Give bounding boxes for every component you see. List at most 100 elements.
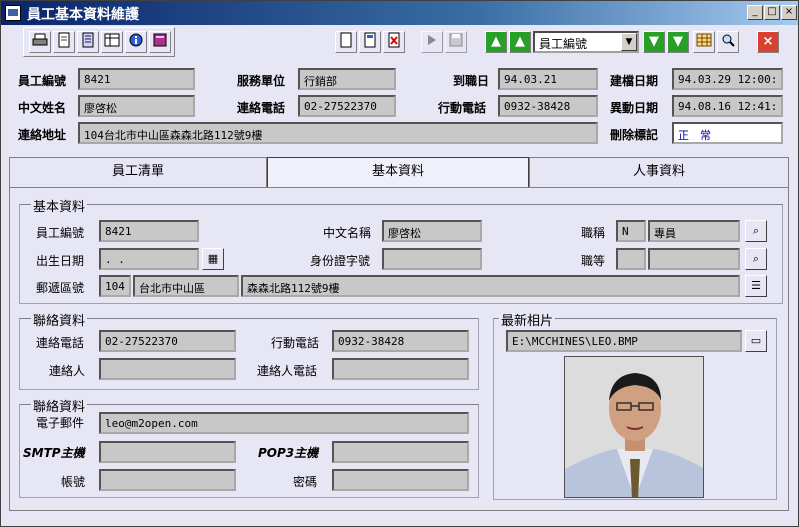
hire-date-field[interactable]: 94.03.21 (498, 68, 598, 90)
contact-title: 聯絡資料 (31, 310, 88, 329)
title-bar[interactable]: 員工基本資料維護 _ □ × (1, 1, 798, 25)
maximize-button[interactable]: □ (764, 5, 780, 20)
basic-info-title: 基本資料 (31, 196, 88, 215)
hire-date-label: 到職日 (453, 74, 490, 88)
close-button[interactable]: × (781, 5, 797, 20)
tab-basic-info[interactable]: 基本資料 (267, 157, 529, 188)
contact-person-label: 連絡人 (49, 364, 86, 378)
emp-no-field[interactable]: 8421 (78, 68, 195, 90)
mobile-label: 行動電話 (438, 101, 487, 115)
pop3-field[interactable] (332, 441, 469, 463)
status-strip (1, 513, 798, 526)
first-record-button[interactable]: ▲ (485, 31, 507, 53)
account-field[interactable] (99, 469, 236, 491)
basic-name-field[interactable]: 廖啓松 (382, 220, 482, 242)
emp-no-label: 員工編號 (18, 74, 67, 88)
password-field[interactable] (332, 469, 469, 491)
tab-personnel-info[interactable]: 人事資料 (529, 157, 789, 187)
email-label: 電子郵件 (36, 416, 85, 430)
address-card-icon[interactable]: ☰ (745, 275, 767, 297)
city-field[interactable]: 台北市中山區 (133, 275, 239, 297)
created-date-label: 建檔日期 (610, 74, 659, 88)
search-field-combo[interactable]: 員工編號 ▼ (533, 31, 639, 53)
grade-name-field[interactable] (648, 248, 740, 270)
modified-date-field[interactable]: 94.08.16 12:41: (672, 95, 783, 117)
modified-date-label: 異動日期 (610, 101, 659, 115)
delete-icon[interactable] (383, 31, 405, 53)
document-icon[interactable] (53, 31, 75, 53)
contact-person-phone-field[interactable] (332, 358, 469, 380)
printer-icon[interactable] (29, 31, 51, 53)
contact-mobile-label: 行動電話 (271, 336, 320, 350)
title-code-field[interactable]: N (616, 220, 646, 242)
tab-bar: 員工清單 基本資料 人事資料 (9, 157, 789, 188)
search-icon[interactable] (717, 31, 739, 53)
basic-emp-no-label: 員工編號 (36, 226, 85, 240)
smtp-field[interactable] (99, 441, 236, 463)
calendar-icon[interactable]: ▦ (202, 248, 224, 270)
zip-label: 郵遞區號 (36, 281, 85, 295)
address-label: 連絡地址 (18, 128, 67, 142)
title-label: 職稱 (581, 226, 606, 240)
edit-icon[interactable] (359, 31, 381, 53)
minimize-button[interactable]: _ (747, 5, 763, 20)
deleted-flag-field[interactable]: 正 常 (672, 122, 783, 144)
grade-code-field[interactable] (616, 248, 646, 270)
portrait-image (565, 357, 703, 497)
window-title: 員工基本資料維護 (27, 7, 139, 23)
contact-phone-field[interactable]: 02-27522370 (99, 330, 236, 352)
previous-record-button[interactable]: ▲ (509, 31, 531, 53)
next-record-button[interactable]: ▼ (643, 31, 665, 53)
grade-label: 職等 (581, 254, 606, 268)
created-date-field[interactable]: 94.03.29 12:00: (672, 68, 783, 90)
book-icon[interactable] (149, 31, 171, 53)
contact-person-phone-label: 連絡人電話 (257, 364, 318, 378)
zip-field[interactable]: 104 (99, 275, 131, 297)
tab-employee-list[interactable]: 員工清單 (9, 157, 267, 187)
mail-title: 聯絡資料 (31, 396, 88, 415)
exit-button[interactable]: × (757, 31, 779, 53)
grid-icon[interactable] (693, 31, 715, 53)
phone-field[interactable]: 02-27522370 (298, 95, 396, 117)
last-record-button[interactable]: ▼ (667, 31, 689, 53)
undo-icon[interactable] (421, 31, 443, 53)
grade-lookup-icon[interactable]: ⌕ (745, 248, 767, 270)
account-label: 帳號 (61, 475, 86, 489)
new-icon[interactable] (335, 31, 357, 53)
info-icon[interactable] (125, 31, 147, 53)
smtp-label: SMTP主機 (23, 446, 85, 460)
contact-phone-label: 連絡電話 (36, 336, 85, 350)
name-field[interactable]: 廖啓松 (78, 95, 195, 117)
contact-mobile-field[interactable]: 0932-38428 (332, 330, 469, 352)
birth-date-field[interactable]: . . (99, 248, 199, 270)
notebook-icon[interactable] (77, 31, 99, 53)
title-lookup-icon[interactable]: ⌕ (745, 220, 767, 242)
dept-label: 服務單位 (237, 74, 286, 88)
address-field[interactable]: 104台北市中山區森森北路112號9樓 (78, 122, 598, 144)
street-field[interactable]: 森森北路112號9樓 (241, 275, 740, 297)
phone-label: 連絡電話 (237, 101, 286, 115)
toolbar: ▲ ▲ 員工編號 ▼ ▼ ▼ × (11, 27, 789, 61)
email-field[interactable]: leo@m2open.com (99, 412, 469, 434)
password-label: 密碼 (293, 475, 318, 489)
id-number-label: 身份證字號 (310, 254, 371, 268)
chevron-down-icon[interactable]: ▼ (621, 33, 637, 51)
save-icon[interactable] (445, 31, 467, 53)
mobile-field[interactable]: 0932-38428 (498, 95, 598, 117)
browse-photo-icon[interactable]: ▭ (745, 330, 767, 352)
photo-title: 最新相片 (499, 310, 556, 329)
main-window: 員工基本資料維護 _ □ × ▲ ▲ 員工編號 ▼ ▼ ▼ × 員工編號 842… (0, 0, 799, 527)
contact-person-field[interactable] (99, 358, 236, 380)
name-label: 中文姓名 (18, 101, 67, 115)
table-icon[interactable] (101, 31, 123, 53)
pop3-label: POP3主機 (258, 446, 319, 460)
id-number-field[interactable] (382, 248, 482, 270)
deleted-flag-label: 刪除標記 (610, 128, 659, 142)
search-field-value: 員工編號 (539, 37, 588, 51)
dept-field[interactable]: 行銷部 (298, 68, 396, 90)
basic-emp-no-field[interactable]: 8421 (99, 220, 199, 242)
app-icon (5, 5, 21, 21)
basic-name-label: 中文名稱 (323, 226, 372, 240)
photo-path-field[interactable]: E:\MCCHINES\LEO.BMP (506, 330, 742, 352)
title-name-field[interactable]: 專員 (648, 220, 740, 242)
